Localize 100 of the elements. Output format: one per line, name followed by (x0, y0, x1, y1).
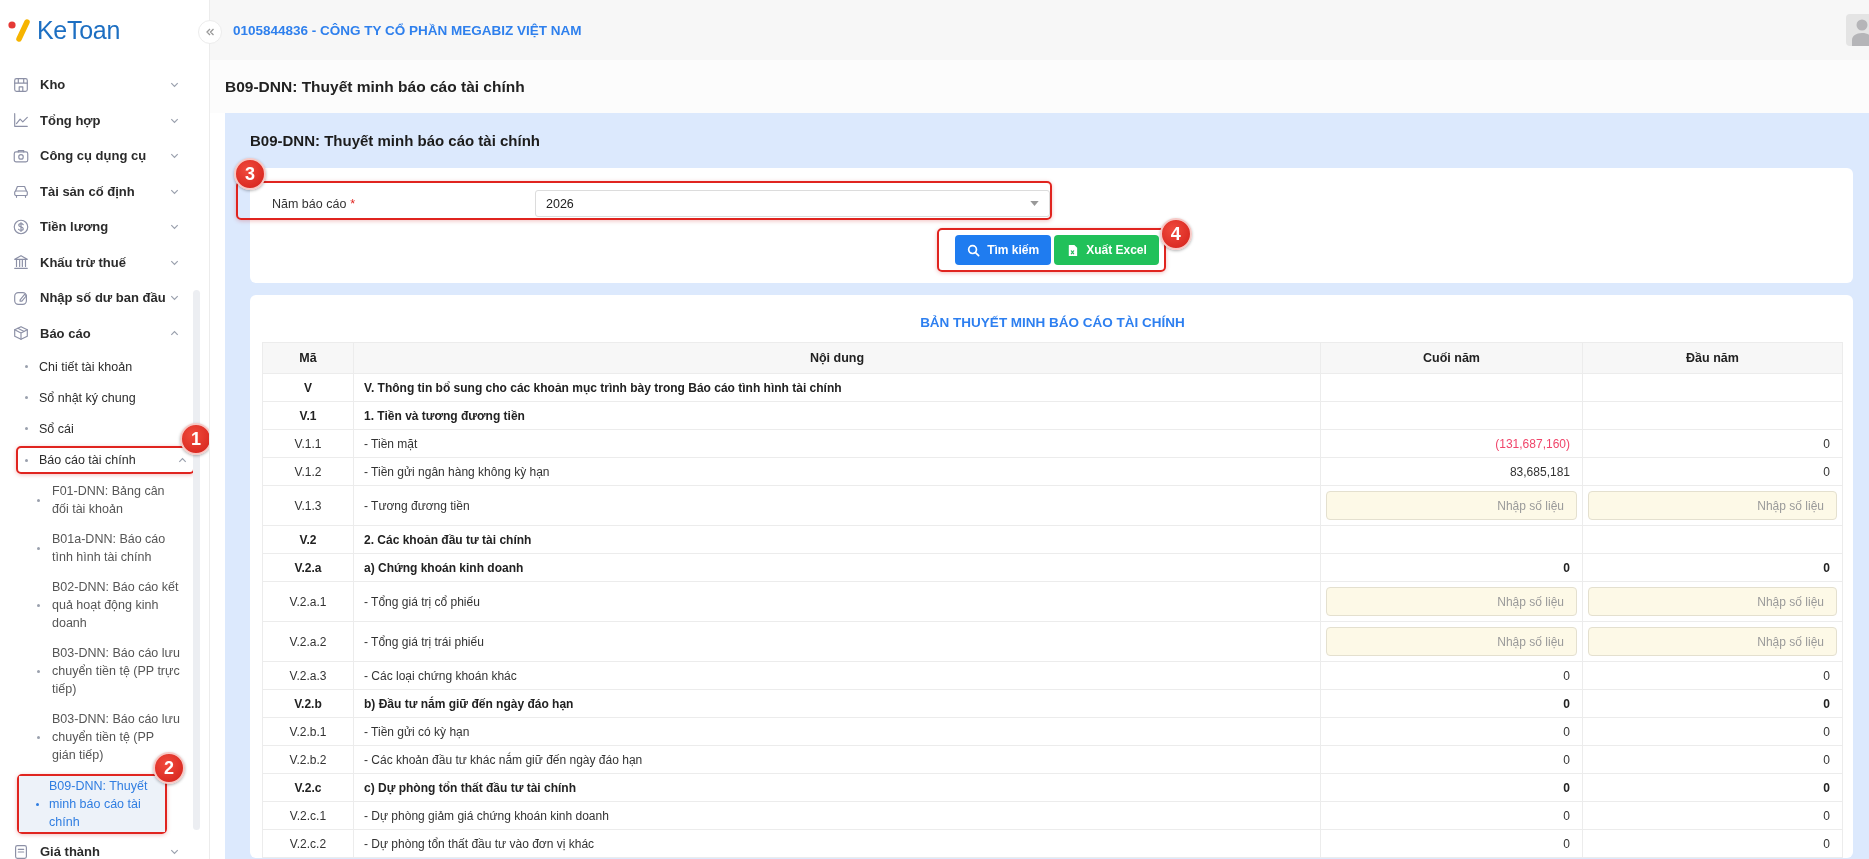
number-input[interactable]: Nhập số liệu (1326, 627, 1577, 656)
table-cell: V.1.2 (262, 457, 354, 486)
sidebar-item[interactable]: Công cụ dụng cụ (0, 138, 190, 174)
step-badge: 2 (153, 752, 185, 784)
table-cell: - Các khoản đầu tư khác nắm giữ đến ngày đáo hạn (353, 745, 1321, 774)
table-cell: a) Chứng khoán kinh doanh (353, 553, 1321, 582)
field-label: Năm báo cáo (272, 196, 347, 211)
table-cell: 0 (1582, 829, 1843, 858)
sidebar-subitem[interactable]: B02-DNN: Báo cáo kết quả hoạt động kinh doanh (0, 572, 190, 638)
sidebar-subitem[interactable]: F01-DNN: Bảng cân đối tài khoản (0, 476, 190, 524)
avatar[interactable] (1846, 14, 1869, 46)
table-cell: 0 (1320, 829, 1583, 858)
number-input[interactable]: Nhập số liệu (1326, 491, 1577, 520)
table-cell: V.2.c (262, 773, 354, 802)
table-cell: V.1.1 (262, 429, 354, 458)
table-cell: 0 (1320, 773, 1583, 802)
sidebar-subitem[interactable]: B03-DNN: Báo cáo lưu chuyển tiền tệ (PP trực tiếp) (0, 638, 190, 704)
column-header: Cuối năm (1320, 342, 1583, 374)
table-cell: 0 (1320, 745, 1583, 774)
number-input[interactable]: Nhập số liệu (1326, 587, 1577, 616)
sidebar-subitem[interactable]: B09-DNN: Thuyết minh báo cáo tài chính (19, 776, 165, 832)
step-badge: 3 (234, 158, 266, 190)
line-chart-icon (12, 111, 30, 130)
step-badge: 4 (1159, 218, 1192, 250)
table-cell: 0 (1320, 801, 1583, 830)
table-cell: V.2.b (262, 689, 354, 718)
panel-title: B09-DNN: Thuyết minh báo cáo tài chính (250, 131, 542, 151)
table-cell: V.2.a (262, 553, 354, 582)
table-cell: - Tiền gửi ngân hàng không kỳ hạn (353, 457, 1321, 486)
box-icon (12, 324, 30, 343)
document-icon (12, 842, 30, 859)
table-cell: V.2.c.1 (262, 801, 354, 830)
page-title: B09-DNN: Thuyết minh báo cáo tài chính (225, 77, 525, 96)
table-cell: - Tổng giá trị trái phiếu (353, 621, 1321, 662)
table-cell: 0 (1582, 553, 1843, 582)
report-title: BẢN THUYẾT MINH BÁO CÁO TÀI CHÍNH (919, 314, 1186, 332)
logo-text: KeToan (37, 15, 120, 45)
table-cell: V.2.a.1 (262, 581, 354, 622)
table-cell: 0 (1582, 801, 1843, 830)
table-cell: V.2.c.2 (262, 829, 354, 858)
table-cell: V.2.b.2 (262, 745, 354, 774)
number-input[interactable]: Nhập số liệu (1588, 587, 1837, 616)
column-header: Đầu năm (1582, 342, 1843, 374)
table-cell: 0 (1320, 689, 1583, 718)
caret-icon (1030, 201, 1039, 206)
table-cell: - Dự phòng giảm giá chứng khoán kinh doanh (353, 801, 1321, 830)
year-select[interactable]: 2026 (535, 190, 1050, 217)
step-badge: 1 (180, 423, 209, 455)
logo-mark-icon (7, 17, 33, 43)
table-cell: V. Thông tin bổ sung cho các khoản mục trình bày trong Báo cáo tình hình tài chính (353, 373, 1321, 402)
search-button[interactable]: Tìm kiếm (955, 235, 1052, 265)
sidebar-subitem[interactable]: B01a-DNN: Báo cáo tình hình tài chính (0, 524, 190, 572)
table-cell: 0 (1320, 661, 1583, 690)
table-cell: V.1.3 (262, 485, 354, 526)
table-cell: V.2 (262, 525, 354, 554)
search-icon (967, 243, 981, 257)
sidebar-item[interactable]: Nhập số dư ban đầu (0, 280, 190, 316)
table-cell: 83,685,181 (1320, 457, 1583, 486)
table-cell: 0 (1582, 661, 1843, 690)
table-cell: 0 (1582, 457, 1843, 486)
table-cell: V (262, 373, 354, 402)
sidebar-item[interactable]: Tài sản cố định (0, 173, 190, 209)
table-cell: (131,687,160) (1320, 429, 1583, 458)
store-icon (12, 75, 30, 94)
sidebar-subitem[interactable]: Sổ cái (0, 413, 168, 444)
table-cell: 2. Các khoản đầu tư tài chính (353, 525, 1321, 554)
table-cell: - Tổng giá trị cổ phiếu (353, 581, 1321, 622)
table-cell: V.2.b.1 (262, 717, 354, 746)
table-cell: - Tương đương tiền (353, 485, 1321, 526)
sidebar-subitem[interactable]: Chi tiết tài khoản (0, 351, 168, 382)
sidebar-item[interactable]: Giá thành (0, 834, 190, 859)
scrollbar-thumb[interactable] (193, 290, 200, 830)
table-cell: 1. Tiền và tương đương tiền (353, 401, 1321, 430)
table-cell: 0 (1582, 429, 1843, 458)
company-name: 0105844836 - CÔNG TY CỔ PHẦN MEGABIZ VIỆT NAM (233, 22, 582, 38)
sidebar-item[interactable]: Báo cáo (0, 315, 190, 351)
sidebar-item[interactable]: Kho (0, 67, 190, 103)
number-input[interactable]: Nhập số liệu (1588, 627, 1837, 656)
required-mark: * (350, 196, 356, 211)
table-cell: 0 (1320, 717, 1583, 746)
sidebar-item[interactable]: Tổng hợp (0, 102, 190, 138)
number-input[interactable]: Nhập số liệu (1588, 491, 1837, 520)
column-header: Mã (262, 342, 354, 374)
double-chevron-left-icon (204, 26, 216, 38)
dollar-icon (12, 217, 30, 236)
sidebar-item[interactable]: Khấu trừ thuế (0, 244, 190, 280)
table-cell: 0 (1582, 745, 1843, 774)
sidebar-subitem[interactable]: Sổ nhật ký chung (0, 382, 168, 413)
table-cell: 0 (1582, 773, 1843, 802)
table-cell: V.1 (262, 401, 354, 430)
sidebar-item[interactable]: Tiền lương (0, 209, 190, 245)
table-cell: V.2.a.3 (262, 661, 354, 690)
table-cell: b) Đầu tư nắm giữ đến ngày đáo hạn (353, 689, 1321, 718)
table-cell: - Các loại chứng khoán khác (353, 661, 1321, 690)
table-cell: 0 (1582, 689, 1843, 718)
table-cell: - Tiền gửi có kỳ hạn (353, 717, 1321, 746)
table-cell: 0 (1320, 553, 1583, 582)
table-cell: c) Dự phòng tổn thất đầu tư tài chính (353, 773, 1321, 802)
column-header: Nội dung (353, 342, 1321, 374)
table-cell: V.2.a.2 (262, 621, 354, 662)
